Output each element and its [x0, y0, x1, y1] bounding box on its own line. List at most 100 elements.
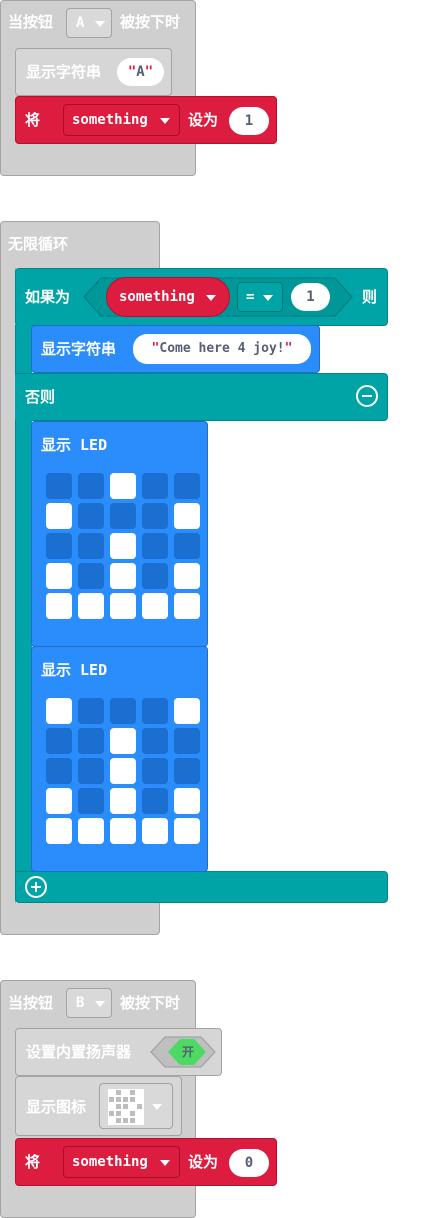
matrix2-led-1-0[interactable]	[46, 728, 72, 754]
matrix2-led-3-4[interactable]	[174, 788, 200, 814]
show-led-label-1: 显示 LED	[41, 436, 108, 454]
matrix1-led-2-1[interactable]	[78, 533, 104, 559]
variable-dropdown[interactable]: something	[63, 104, 180, 136]
matrix2-led-2-0[interactable]	[46, 758, 72, 784]
chevron-down-icon	[160, 1160, 170, 1166]
matrix2-led-0-2[interactable]	[110, 698, 136, 724]
add-else-if-icon[interactable]	[25, 876, 47, 898]
matrix2-led-0-4[interactable]	[174, 698, 200, 724]
icon-preview-pixel	[116, 1090, 121, 1095]
then-label: 则	[362, 288, 378, 306]
set-value-input[interactable]: 0	[229, 1149, 269, 1177]
matrix1-led-0-0[interactable]	[46, 473, 72, 499]
icon-preview-pixel	[123, 1111, 128, 1116]
icon-preview-pixel	[137, 1111, 142, 1116]
show-string-label: 显示字符串	[26, 63, 102, 81]
matrix2-led-0-1[interactable]	[78, 698, 104, 724]
matrix1-led-2-4[interactable]	[174, 533, 200, 559]
matrix2-led-4-1[interactable]	[78, 818, 104, 844]
matrix2-led-3-1[interactable]	[78, 788, 104, 814]
matrix2-led-4-3[interactable]	[142, 818, 168, 844]
matrix2-led-3-2[interactable]	[110, 788, 136, 814]
matrix1-led-0-3[interactable]	[142, 473, 168, 499]
matrix1-led-2-0[interactable]	[46, 533, 72, 559]
matrix1-led-1-1[interactable]	[78, 503, 104, 529]
matrix1-led-3-1[interactable]	[78, 563, 104, 589]
matrix1-led-3-2[interactable]	[110, 563, 136, 589]
led-matrix-1[interactable]	[46, 473, 202, 623]
set-value-input[interactable]: 1	[229, 107, 269, 135]
variable-dropdown[interactable]: something	[63, 1146, 180, 1178]
remove-else-icon[interactable]	[356, 385, 378, 407]
icon-preview-pixel	[116, 1097, 121, 1102]
set-label: 将	[25, 1153, 41, 1171]
matrix1-led-2-2[interactable]	[110, 533, 136, 559]
matrix2-led-2-3[interactable]	[142, 758, 168, 784]
variable-name: something	[72, 1154, 148, 1170]
compare-value-input[interactable]: 1	[291, 283, 330, 311]
matrix2-led-2-4[interactable]	[174, 758, 200, 784]
matrix1-led-0-2[interactable]	[110, 473, 136, 499]
matrix2-led-0-0[interactable]	[46, 698, 72, 724]
matrix2-led-4-4[interactable]	[174, 818, 200, 844]
chevron-down-icon	[152, 1104, 162, 1110]
icon-preview-pixel	[130, 1118, 135, 1123]
matrix1-led-1-4[interactable]	[174, 503, 200, 529]
matrix1-led-1-0[interactable]	[46, 503, 72, 529]
matrix2-led-1-3[interactable]	[142, 728, 168, 754]
button-dropdown-a[interactable]: A	[66, 8, 112, 38]
icon-preview-pixel	[109, 1090, 114, 1095]
matrix1-led-3-0[interactable]	[46, 563, 72, 589]
button-dropdown-b[interactable]: B	[66, 988, 112, 1018]
matrix1-led-0-1[interactable]	[78, 473, 104, 499]
condition-variable-name: something	[119, 289, 195, 305]
chevron-down-icon	[206, 295, 216, 301]
set-value: 1	[244, 113, 254, 129]
hat-prefix-label: 当按钮	[8, 994, 54, 1012]
icon-preview-pixel	[137, 1118, 142, 1123]
matrix2-led-3-0[interactable]	[46, 788, 72, 814]
icon-preview-pixel	[123, 1118, 128, 1123]
matrix2-led-1-4[interactable]	[174, 728, 200, 754]
matrix1-led-0-4[interactable]	[174, 473, 200, 499]
matrix1-led-4-4[interactable]	[174, 593, 200, 619]
matrix2-led-4-0[interactable]	[46, 818, 72, 844]
led-matrix-2[interactable]	[46, 698, 202, 848]
matrix1-led-4-2[interactable]	[110, 593, 136, 619]
matrix2-led-3-3[interactable]	[142, 788, 168, 814]
matrix2-led-4-2[interactable]	[110, 818, 136, 844]
matrix2-led-0-3[interactable]	[142, 698, 168, 724]
show-string-input[interactable]: "Come here 4 joy!"	[133, 334, 311, 364]
matrix1-led-4-3[interactable]	[142, 593, 168, 619]
show-led-label-2: 显示 LED	[41, 661, 108, 679]
matrix1-led-2-3[interactable]	[142, 533, 168, 559]
icon-dropdown[interactable]	[99, 1083, 173, 1129]
matrix1-led-1-2[interactable]	[110, 503, 136, 529]
show-string-value: A	[136, 64, 145, 80]
matrix2-led-2-2[interactable]	[110, 758, 136, 784]
show-string-input[interactable]: "A"	[117, 58, 164, 86]
matrix1-led-1-3[interactable]	[142, 503, 168, 529]
if-else-bottom	[15, 871, 388, 903]
button-dropdown-value: A	[76, 15, 85, 31]
plus-bar-v	[35, 882, 37, 892]
icon-preview-pixel	[109, 1104, 114, 1109]
matrix1-led-4-1[interactable]	[78, 593, 104, 619]
variable-name: something	[72, 112, 148, 128]
button-dropdown-value: B	[76, 995, 85, 1011]
matrix1-led-4-0[interactable]	[46, 593, 72, 619]
operator-dropdown[interactable]: =	[237, 282, 283, 312]
icon-preview-pixel	[137, 1097, 142, 1102]
matrix2-led-1-1[interactable]	[78, 728, 104, 754]
matrix1-led-3-3[interactable]	[142, 563, 168, 589]
forever-label: 无限循环	[8, 235, 69, 253]
if-label: 如果为	[25, 288, 71, 306]
matrix1-led-3-4[interactable]	[174, 563, 200, 589]
icon-preview-pixel	[123, 1104, 128, 1109]
chevron-down-icon	[95, 21, 105, 27]
operator-value: =	[246, 289, 255, 305]
icon-preview-pixel	[130, 1090, 135, 1095]
set-to-label: 设为	[188, 1153, 219, 1171]
matrix2-led-2-1[interactable]	[78, 758, 104, 784]
matrix2-led-1-2[interactable]	[110, 728, 136, 754]
